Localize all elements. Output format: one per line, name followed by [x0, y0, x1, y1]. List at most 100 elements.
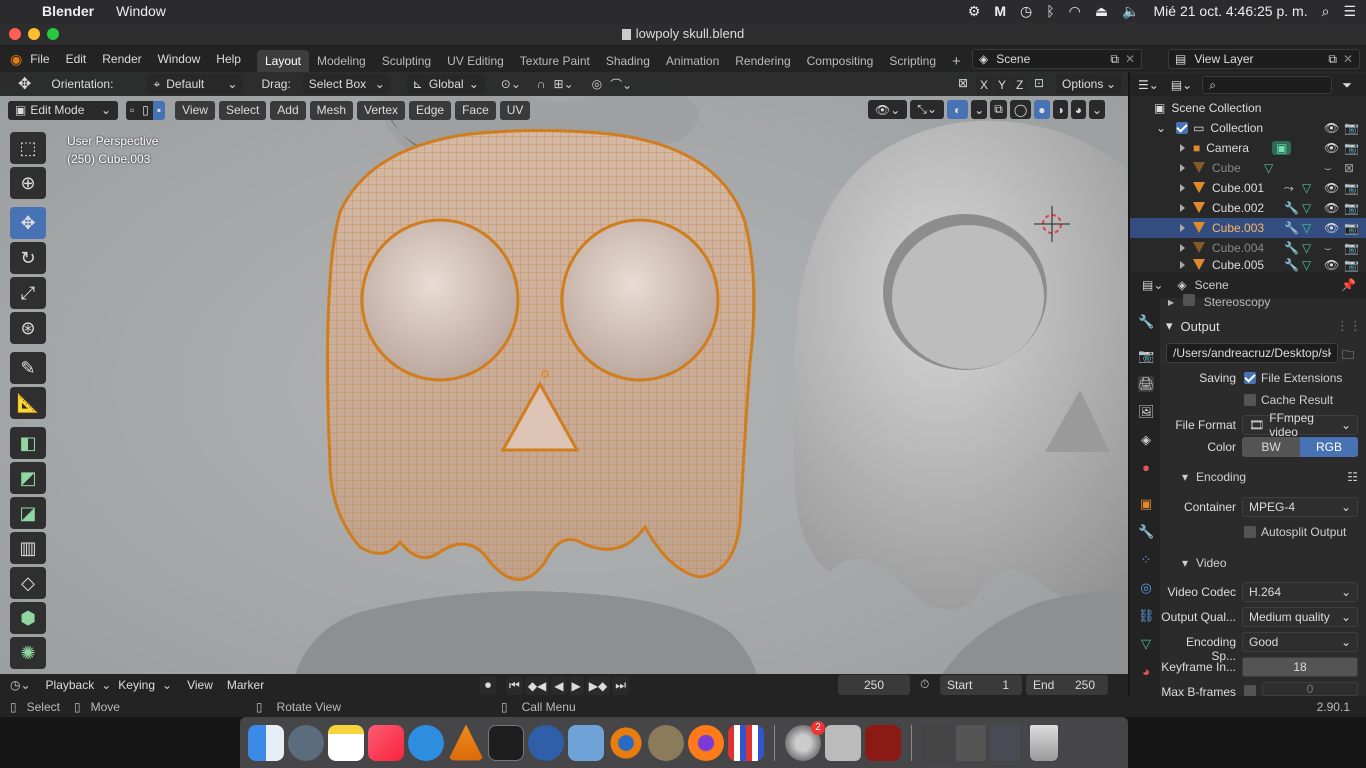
jump-to-end-icon[interactable]: ⏭ [612, 676, 630, 695]
palette-app-icon[interactable] [728, 724, 764, 761]
menu-edge[interactable]: Edge [409, 100, 452, 120]
wireframe-shading-icon[interactable]: ◯ [1009, 100, 1032, 119]
flash-app-icon[interactable] [865, 724, 901, 761]
expand-arrow-icon[interactable] [1180, 144, 1185, 152]
vertex-select-mode-icon[interactable]: ▫ [126, 100, 139, 120]
jump-to-keyframe-forward-icon[interactable]: ▶◆ [585, 676, 611, 695]
terminal-app-icon[interactable] [488, 724, 524, 761]
menubar-datetime[interactable]: Mié 21 oct. 4:46:25 p. m. [1154, 3, 1308, 19]
render-camera-icon[interactable]: 📷 [1344, 258, 1359, 272]
menu-add[interactable]: Add [270, 100, 306, 120]
outliner-item-camera[interactable]: ■ Camera ▣ 👁 📷 [1130, 138, 1366, 158]
scene-selector[interactable]: ◈ Scene ⧉ ✕ [972, 49, 1142, 69]
output-panel-header[interactable]: ▾ Output ⋮⋮ [1166, 316, 1362, 336]
pivot-point-icon[interactable]: ⊙⌄ [501, 77, 521, 91]
cursor-tool[interactable]: ⊕ [10, 167, 46, 199]
expand-arrow-icon[interactable] [1180, 164, 1185, 172]
blender-logo-icon[interactable]: ◉ [10, 51, 22, 68]
visibility-eye-icon[interactable]: 👁 [1324, 121, 1339, 135]
axis-x-toggle[interactable]: X [976, 75, 993, 94]
render-tab-icon[interactable]: 📷 [1138, 348, 1154, 364]
mesh-options-icon[interactable]: ⊡ [1034, 76, 1044, 90]
music-app-icon[interactable] [368, 724, 404, 761]
menu-marker[interactable]: Marker [220, 676, 271, 695]
disk-utility-app-icon[interactable] [825, 724, 861, 761]
menu-file[interactable]: File [22, 52, 57, 66]
particles-tab-icon[interactable]: ⁘ [1138, 552, 1154, 568]
menu-help[interactable]: Help [208, 52, 249, 66]
outliner-item-cube-001[interactable]: Cube.001 ⤳ ▽ 👁 📷 [1130, 178, 1366, 198]
rendered-shading-icon[interactable]: ◕ [1070, 100, 1087, 119]
render-camera-icon[interactable]: 📷 [1344, 121, 1359, 135]
output-path-field[interactable]: /Users/andreacruz/Desktop/sku... [1166, 343, 1338, 363]
annotate-tool[interactable]: ✎ [10, 352, 46, 384]
viewport-scene[interactable] [0, 72, 1128, 696]
camera-data-icon[interactable]: ▣ [1272, 141, 1292, 155]
3d-viewport[interactable]: ✥ Orientation: ⌖ Default ⌄ Drag: Select … [0, 72, 1128, 696]
scale-tool[interactable]: ⤢ [10, 277, 46, 309]
outliner-item-cube-002[interactable]: Cube.002 🔧 ▽ 👁 📷 [1130, 198, 1366, 218]
gizmos-icon[interactable]: ⤡⌄ [910, 100, 944, 119]
play-icon[interactable]: ▶ [568, 676, 584, 695]
drag-handle-icon[interactable]: ⋮⋮ [1336, 318, 1362, 334]
options-dropdown[interactable]: Options ⌄ [1056, 74, 1122, 94]
render-camera-icon[interactable]: 📷 [1344, 141, 1359, 155]
visibility-hidden-icon[interactable]: ⌣ [1324, 161, 1332, 176]
transform-tool[interactable]: ⊛ [10, 312, 46, 344]
tab-modeling[interactable]: Modeling [309, 50, 374, 72]
menu-face[interactable]: Face [455, 100, 496, 120]
quicktime-app-icon[interactable] [528, 724, 564, 761]
menu-view[interactable]: View [175, 100, 215, 120]
expand-arrow-icon[interactable] [1180, 204, 1185, 212]
outliner-item-cube[interactable]: Cube ▽ ⌣ ⊠ [1130, 158, 1366, 178]
visibility-eye-icon[interactable]: 👁 [1324, 221, 1339, 235]
tab-sculpting[interactable]: Sculpting [374, 50, 439, 72]
file-format-dropdown[interactable]: 🎞 FFmpeg video ⌄ [1242, 411, 1358, 439]
properties-editor-type-icon[interactable]: ▤⌄ [1142, 278, 1163, 292]
wifi-icon[interactable]: ◠ [1069, 3, 1081, 20]
eject-icon[interactable]: ⏏ [1095, 3, 1108, 20]
auto-keying-record-icon[interactable]: ⏺ [480, 676, 497, 695]
material-tab-icon[interactable]: ◕ [1138, 664, 1154, 680]
menu-timeline-view[interactable]: View [180, 676, 220, 695]
tab-layout[interactable]: Layout [256, 50, 310, 72]
trash-icon[interactable] [1030, 724, 1058, 761]
render-camera-icon[interactable]: 📷 [1344, 241, 1359, 255]
visibility-eye-icon[interactable]: 👁 [1324, 201, 1339, 215]
launchpad-app-icon[interactable] [288, 724, 324, 761]
axis-z-toggle[interactable]: Z [1012, 75, 1028, 94]
material-preview-icon[interactable]: ◑ [1052, 100, 1068, 119]
timeline-editor-type-icon[interactable]: ◷⌄ [10, 678, 31, 692]
finder-app-icon[interactable] [248, 724, 284, 761]
color-bw-button[interactable]: BW [1242, 437, 1300, 457]
pin-icon[interactable]: 📌 [1341, 278, 1356, 292]
video-codec-dropdown[interactable]: H.264 ⌄ [1242, 582, 1358, 602]
current-frame-field[interactable]: 250 [838, 675, 910, 695]
visibility-hidden-icon[interactable]: ⌣ [1324, 241, 1332, 256]
menu-select[interactable]: Select [218, 100, 267, 120]
drag-dropdown[interactable]: Select Box ⌄ [302, 74, 391, 94]
bluetooth-icon[interactable]: ᛒ [1046, 3, 1054, 19]
tab-compositing[interactable]: Compositing [799, 50, 882, 72]
expand-arrow-icon[interactable] [1180, 224, 1185, 232]
modifiers-tab-icon[interactable]: 🔧 [1138, 524, 1154, 540]
mirror-axis-icon[interactable]: ⊠ [958, 76, 968, 90]
overlays-icon[interactable]: ◐ [946, 100, 969, 119]
select-box-tool[interactable]: ⬚ [10, 132, 46, 164]
orientation-dropdown[interactable]: ⌖ Default ⌄ [147, 74, 244, 94]
visibility-eye-icon[interactable]: 👁 [1324, 141, 1339, 155]
outliner-item-cube-005[interactable]: Cube.005 🔧 ▽ 👁 📷 [1130, 258, 1366, 272]
tab-rendering[interactable]: Rendering [727, 50, 798, 72]
menu-uv[interactable]: UV [499, 100, 531, 120]
physics-tab-icon[interactable]: ◎ [1138, 580, 1154, 596]
start-frame-field[interactable]: Start 1 [940, 675, 1022, 695]
constraints-tab-icon[interactable]: ⛓ [1138, 608, 1155, 624]
mode-selector[interactable]: ▣ Edit Mode ⌄ [8, 100, 118, 120]
vlc-app-icon[interactable] [448, 724, 484, 761]
menu-keying[interactable]: Keying [111, 676, 162, 695]
shading-options-icon[interactable]: ⌄ [1089, 100, 1106, 119]
axis-y-toggle[interactable]: Y [994, 75, 1011, 94]
outliner-collection[interactable]: ⌄ ▭ Collection 👁 📷 [1130, 118, 1366, 138]
max-bframes-field[interactable]: 0 [1262, 682, 1358, 696]
view-layer-selector[interactable]: ▤ View Layer ⧉ ✕ [1168, 49, 1360, 69]
